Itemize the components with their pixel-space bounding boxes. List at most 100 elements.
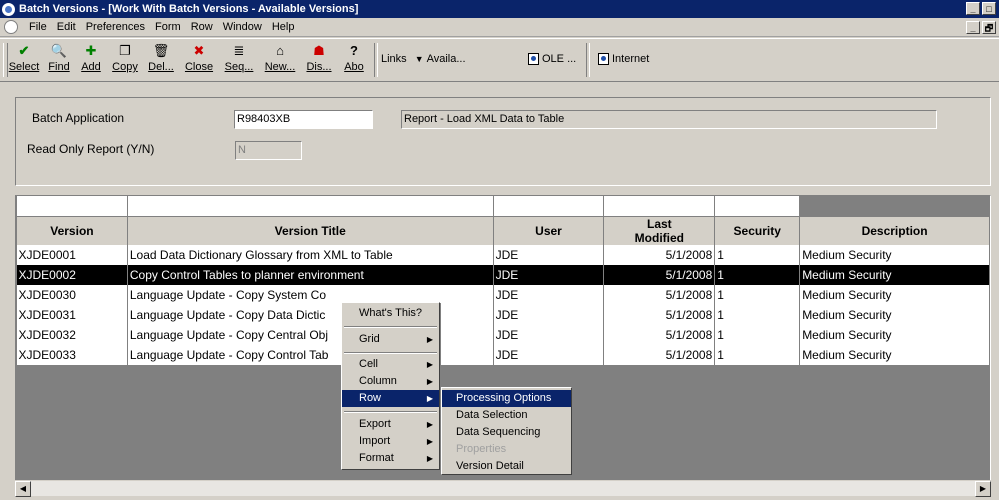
submenu-item-data-selection[interactable]: Data Selection xyxy=(442,407,571,424)
links-dropdown[interactable]: Links ▼ Availa... xyxy=(381,53,466,65)
cell-version-title[interactable]: Load Data Dictionary Glossary from XML t… xyxy=(127,244,494,265)
cell-security[interactable]: 1 xyxy=(714,264,801,285)
cell-version-title[interactable]: Copy Control Tables to planner environme… xyxy=(127,264,494,285)
cell-last-modified[interactable]: 5/1/2008 xyxy=(603,244,716,265)
cell-description[interactable]: Medium Security xyxy=(799,284,990,305)
table-row-selected[interactable]: XJDE0002 Copy Control Tables to planner … xyxy=(16,264,990,285)
find-button[interactable]: 🔍 Find xyxy=(46,42,72,78)
menu-file[interactable]: File xyxy=(24,21,52,33)
submenu-item-version-detail[interactable]: Version Detail xyxy=(442,458,571,475)
scroll-left-icon[interactable]: ◀ xyxy=(15,481,31,497)
menu-form[interactable]: Form xyxy=(150,21,186,33)
sequence-icon: ≣ xyxy=(233,43,245,58)
cell-description[interactable]: Medium Security xyxy=(799,324,990,345)
column-header-user[interactable]: User xyxy=(492,215,605,245)
scroll-right-icon[interactable]: ▶ xyxy=(975,481,991,497)
menu-item-export[interactable]: Export ▶ xyxy=(342,416,439,433)
cell-user[interactable]: JDE xyxy=(493,244,605,265)
column-header-last-modified[interactable]: Last Modified xyxy=(603,215,716,245)
delete-button[interactable]: 🗑 Del... xyxy=(146,42,176,78)
cell-version[interactable]: XJDE0031 xyxy=(16,304,128,325)
cell-last-modified[interactable]: 5/1/2008 xyxy=(603,264,716,285)
internet-document-icon xyxy=(598,53,609,65)
qbe-cell[interactable] xyxy=(16,196,128,217)
qbe-cell[interactable] xyxy=(127,196,494,217)
cell-description[interactable]: Medium Security xyxy=(799,264,990,285)
cell-version[interactable]: XJDE0001 xyxy=(16,244,128,265)
document-system-icon[interactable] xyxy=(4,20,18,34)
about-button[interactable]: ? Abo xyxy=(340,42,368,78)
column-header-version-title[interactable]: Version Title xyxy=(126,215,494,245)
cell-version[interactable]: XJDE0002 xyxy=(16,264,128,285)
table-row[interactable]: XJDE0001 Load Data Dictionary Glossary f… xyxy=(16,244,990,265)
cell-description[interactable]: Medium Security xyxy=(799,344,990,365)
cell-user[interactable]: JDE xyxy=(493,344,605,365)
child-minimize-button[interactable]: _ xyxy=(966,21,980,34)
cell-version[interactable]: XJDE0033 xyxy=(16,344,128,365)
cell-version[interactable]: XJDE0032 xyxy=(16,324,128,345)
internet-button[interactable]: Internet xyxy=(598,53,649,65)
menu-row[interactable]: Row xyxy=(186,21,218,33)
menu-item-import[interactable]: Import ▶ xyxy=(342,433,439,450)
cell-description[interactable]: Medium Security xyxy=(799,244,990,265)
new-button[interactable]: ⌂ New... xyxy=(262,42,298,78)
cell-user[interactable]: JDE xyxy=(493,324,605,345)
find-icon: 🔍 xyxy=(50,43,68,58)
cell-security[interactable]: 1 xyxy=(714,344,801,365)
read-only-report-label: Read Only Report (Y/N) xyxy=(27,142,155,156)
sequence-button[interactable]: ≣ Seq... xyxy=(221,42,257,78)
column-header-security[interactable]: Security xyxy=(714,215,801,245)
menu-item-format[interactable]: Format ▶ xyxy=(342,450,439,467)
table-row[interactable]: XJDE0032 Language Update - Copy Central … xyxy=(16,324,990,345)
minimize-button[interactable]: _ xyxy=(966,2,980,15)
child-restore-button[interactable]: 🗗 xyxy=(982,21,996,34)
close-button[interactable]: ✖ Close xyxy=(182,42,216,78)
cell-security[interactable]: 1 xyxy=(714,284,801,305)
column-header-description[interactable]: Description xyxy=(799,215,990,245)
menu-help[interactable]: Help xyxy=(267,21,300,33)
cell-description[interactable]: Medium Security xyxy=(799,304,990,325)
cell-last-modified[interactable]: 5/1/2008 xyxy=(603,324,716,345)
qbe-cell[interactable] xyxy=(603,196,716,217)
menu-separator xyxy=(344,411,437,413)
copy-button[interactable]: ❐ Copy xyxy=(110,42,140,78)
submenu-item-data-sequencing[interactable]: Data Sequencing xyxy=(442,424,571,441)
menu-edit[interactable]: Edit xyxy=(52,21,81,33)
cell-last-modified[interactable]: 5/1/2008 xyxy=(603,344,716,365)
add-button[interactable]: ✚ Add xyxy=(78,42,104,78)
cell-last-modified[interactable]: 5/1/2008 xyxy=(603,284,716,305)
column-header-version[interactable]: Version xyxy=(16,215,128,245)
table-row[interactable]: XJDE0030 Language Update - Copy System C… xyxy=(16,284,990,305)
cell-security[interactable]: 1 xyxy=(714,304,801,325)
display-button[interactable]: ☗ Dis... xyxy=(303,42,335,78)
horizontal-scrollbar[interactable]: ◀ ▶ xyxy=(15,480,991,497)
cell-version[interactable]: XJDE0030 xyxy=(16,284,128,305)
cell-last-modified[interactable]: 5/1/2008 xyxy=(603,304,716,325)
ole-button[interactable]: OLE ... xyxy=(528,53,576,65)
copy-icon: ❐ xyxy=(119,43,131,58)
menu-item-column[interactable]: Column ▶ xyxy=(342,373,439,390)
dropdown-arrow-icon: ▼ xyxy=(414,54,424,64)
select-button[interactable]: ✔ Select xyxy=(8,42,40,78)
batch-application-description: Report - Load XML Data to Table xyxy=(401,110,937,129)
cell-security[interactable]: 1 xyxy=(714,244,801,265)
cell-security[interactable]: 1 xyxy=(714,324,801,345)
submenu-item-processing-options[interactable]: Processing Options xyxy=(442,390,571,407)
menu-item-cell[interactable]: Cell ▶ xyxy=(342,356,439,373)
menu-window[interactable]: Window xyxy=(218,21,267,33)
versions-table: Version Version Title User Last Modified… xyxy=(16,196,990,365)
cell-user[interactable]: JDE xyxy=(493,264,605,285)
menu-item-grid[interactable]: Grid ▶ xyxy=(342,331,439,348)
toolbar-separator xyxy=(586,43,590,77)
cell-user[interactable]: JDE xyxy=(493,284,605,305)
qbe-cell[interactable] xyxy=(493,196,605,217)
qbe-cell[interactable] xyxy=(714,196,801,217)
menu-preferences[interactable]: Preferences xyxy=(81,21,150,33)
batch-application-field[interactable]: R98403XB xyxy=(234,110,373,129)
menu-item-whats-this[interactable]: What's This? xyxy=(342,305,439,322)
maximize-button[interactable]: □ xyxy=(982,2,996,15)
menu-item-row[interactable]: Row ▶ xyxy=(342,390,439,407)
cell-user[interactable]: JDE xyxy=(493,304,605,325)
table-row[interactable]: XJDE0031 Language Update - Copy Data Dic… xyxy=(16,304,990,325)
table-row[interactable]: XJDE0033 Language Update - Copy Control … xyxy=(16,344,990,365)
